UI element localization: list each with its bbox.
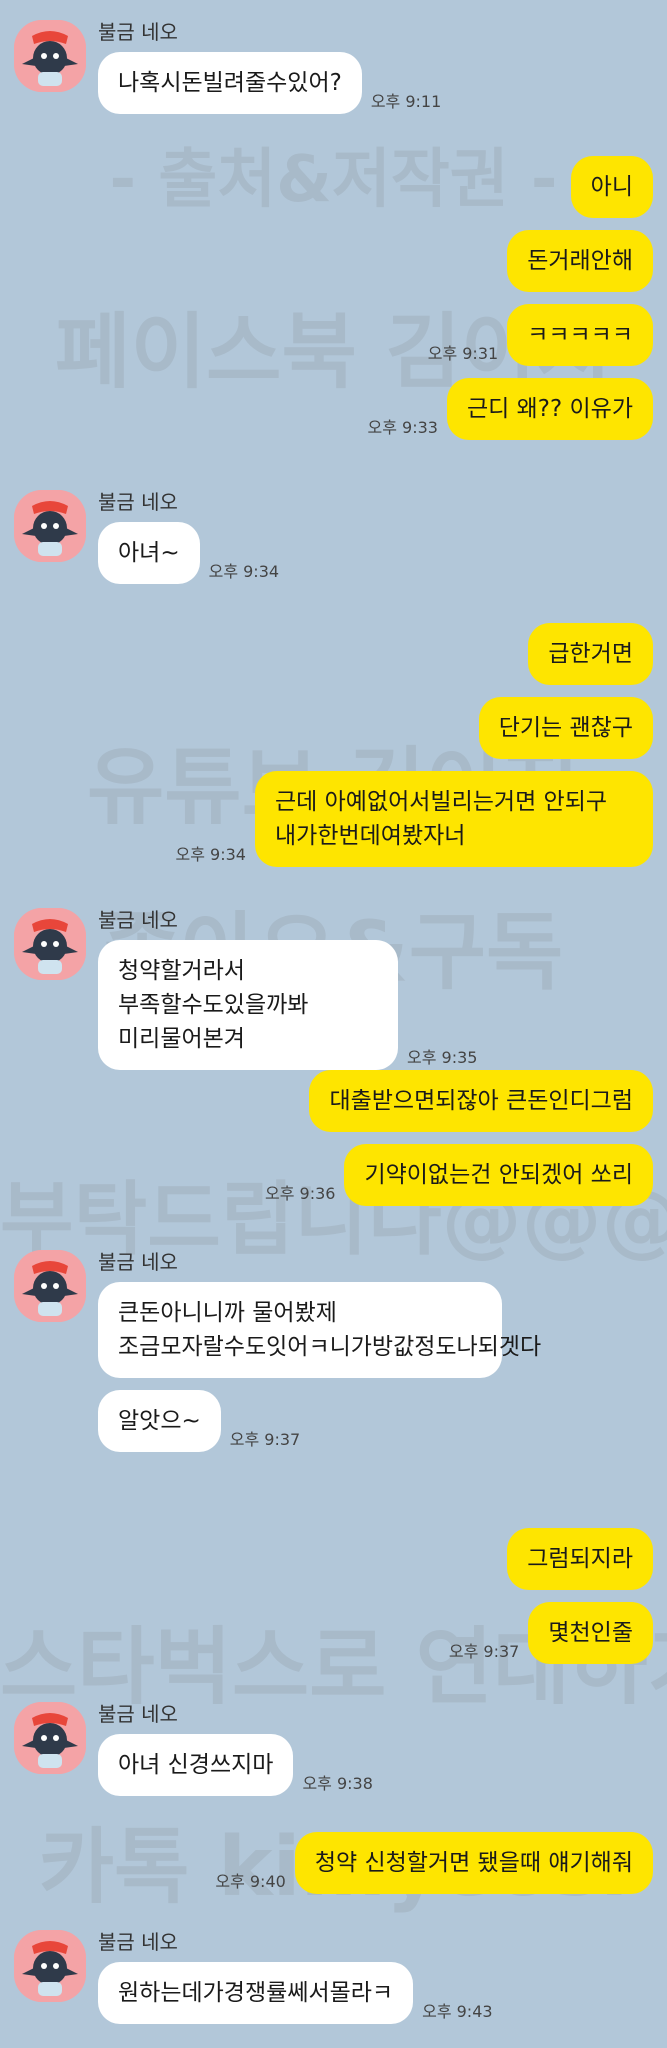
outgoing-message-group: 대출받으면되잖아 큰돈인디그럼 오후 9:36 기약이없는건 안되겠어 쏘리 [0,1070,667,1218]
neo-character-icon [14,1702,86,1774]
message-time: 오후 9:37 [448,1642,520,1661]
neo-character-icon [14,1930,86,2002]
sender-name: 불금 네오 [98,1930,178,1954]
message-bubble[interactable]: 그럼되지라 [507,1528,653,1590]
outgoing-message-group: 그럼되지라 오후 9:37 몇천인줄 [0,1528,667,1676]
message-bubble[interactable]: ㅋㅋㅋㅋㅋ [507,304,653,366]
message-row: 오후 9:40 청약 신청할거면 됐을때 얘기해줘 [0,1832,667,1894]
avatar[interactable] [14,1930,86,2002]
message-row: 오후 9:33 근디 왜?? 이유가 [0,378,667,440]
message-bubble[interactable]: 아녀 신경쓰지마 [98,1734,294,1796]
message-row: 원하는데가경쟁률쎄서몰라ㅋ 오후 9:43 [98,1962,667,2024]
outgoing-message-group: 급한거면 단기는 괜찮구 오후 9:34 근데 아예없어서빌리는거면 안되구 내… [0,623,667,879]
message-row: 큰돈아니니까 물어봤제 조금모자랄수도잇어ㅋ니가방값정도나되겟다 [98,1282,667,1378]
message-row: 청약할거라서 부족할수도있을까봐 미리물어본겨 오후 9:35 [98,940,667,1070]
message-time: 오후 9:34 [208,562,280,581]
message-bubble[interactable]: 단기는 괜찮구 [478,697,653,759]
avatar[interactable] [14,1250,86,1322]
message-bubble[interactable]: 돈거래안해 [507,230,653,292]
sender-name: 불금 네오 [98,490,178,514]
chat-window: - 출처&저작권 - 페이스북 김이지 유튜브 김이지 좋아요&구독 부탁드립니… [0,0,667,2048]
message-row: 오후 9:37 몇천인줄 [0,1602,667,1664]
sender-name: 불금 네오 [98,908,178,932]
message-bubble[interactable]: 아녀~ [98,522,200,584]
message-bubble[interactable]: 몇천인줄 [528,1602,653,1664]
message-time: 오후 9:36 [264,1184,336,1203]
avatar[interactable] [14,20,86,92]
message-row: 돈거래안해 [0,230,667,292]
message-row: 아니 [0,156,667,218]
message-bubble[interactable]: 급한거면 [528,623,653,685]
message-row: 오후 9:31 ㅋㅋㅋㅋㅋ [0,304,667,366]
avatar[interactable] [14,908,86,980]
avatar[interactable] [14,490,86,562]
message-time: 오후 9:11 [370,92,442,111]
message-bubble[interactable]: 대출받으면되잖아 큰돈인디그럼 [309,1070,653,1132]
message-time: 오후 9:34 [175,845,246,864]
message-time: 오후 9:35 [407,1048,478,1067]
outgoing-message-group: 아니 돈거래안해 오후 9:31 ㅋㅋㅋㅋㅋ 오후 9:33 근디 왜?? 이유… [0,156,667,452]
message-time: 오후 9:43 [422,2002,493,2021]
message-bubble[interactable]: 알앗으~ [98,1390,221,1452]
message-row: 급한거면 [0,623,667,685]
message-row: 대출받으면되잖아 큰돈인디그럼 [0,1070,667,1132]
message-row: 그럼되지라 [0,1528,667,1590]
sender-name: 불금 네오 [98,1702,178,1726]
message-row: 오후 9:36 기약이없는건 안되겠어 쏘리 [0,1144,667,1206]
neo-character-icon [14,908,86,980]
message-time: 오후 9:38 [302,1774,373,1793]
neo-character-icon [14,490,86,562]
outgoing-message-group: 오후 9:40 청약 신청할거면 됐을때 얘기해줘 [0,1832,667,1906]
message-bubble[interactable]: 아니 [570,156,653,218]
message-row: 아녀~ 오후 9:34 [98,522,667,584]
incoming-message-group: 불금 네오 청약할거라서 부족할수도있을까봐 미리물어본겨 오후 9:35 [0,908,667,1082]
message-time: 오후 9:33 [367,418,438,437]
message-bubble[interactable]: 근데 아예없어서빌리는거면 안되구 내가한번데여봤자너 [255,771,653,867]
incoming-message-group: 불금 네오 아녀 신경쓰지마 오후 9:38 [0,1702,667,1808]
sender-name: 불금 네오 [98,1250,178,1274]
message-bubble[interactable]: 기약이없는건 안되겠어 쏘리 [344,1144,653,1206]
message-row: 아녀 신경쓰지마 오후 9:38 [98,1734,667,1796]
neo-character-icon [14,20,86,92]
message-time: 오후 9:37 [229,1430,301,1449]
incoming-message-group: 불금 네오 큰돈아니니까 물어봤제 조금모자랄수도잇어ㅋ니가방값정도나되겟다 알… [0,1250,667,1464]
message-bubble[interactable]: 근디 왜?? 이유가 [447,378,653,440]
message-row: 오후 9:34 근데 아예없어서빌리는거면 안되구 내가한번데여봤자너 [0,771,667,867]
message-bubble[interactable]: 큰돈아니니까 물어봤제 조금모자랄수도잇어ㅋ니가방값정도나되겟다 [98,1282,541,1378]
message-time: 오후 9:40 [215,1872,286,1891]
neo-character-icon [14,1250,86,1322]
message-row: 나혹시돈빌려줄수있어? 오후 9:11 [98,52,667,114]
incoming-message-group: 불금 네오 나혹시돈빌려줄수있어? 오후 9:11 [0,20,667,126]
message-bubble[interactable]: 원하는데가경쟁률쎄서몰라ㅋ [98,1962,414,2024]
sender-name: 불금 네오 [98,20,178,44]
avatar[interactable] [14,1702,86,1774]
message-row: 알앗으~ 오후 9:37 [98,1390,667,1452]
message-row: 단기는 괜찮구 [0,697,667,759]
message-bubble[interactable]: 청약할거라서 부족할수도있을까봐 미리물어본겨 [98,940,398,1070]
incoming-message-group: 불금 네오 원하는데가경쟁률쎄서몰라ㅋ 오후 9:43 [0,1930,667,2036]
message-time: 오후 9:31 [427,344,499,363]
message-bubble[interactable]: 청약 신청할거면 됐을때 얘기해줘 [294,1832,653,1894]
incoming-message-group: 불금 네오 아녀~ 오후 9:34 [0,490,667,596]
message-bubble[interactable]: 나혹시돈빌려줄수있어? [98,52,362,114]
